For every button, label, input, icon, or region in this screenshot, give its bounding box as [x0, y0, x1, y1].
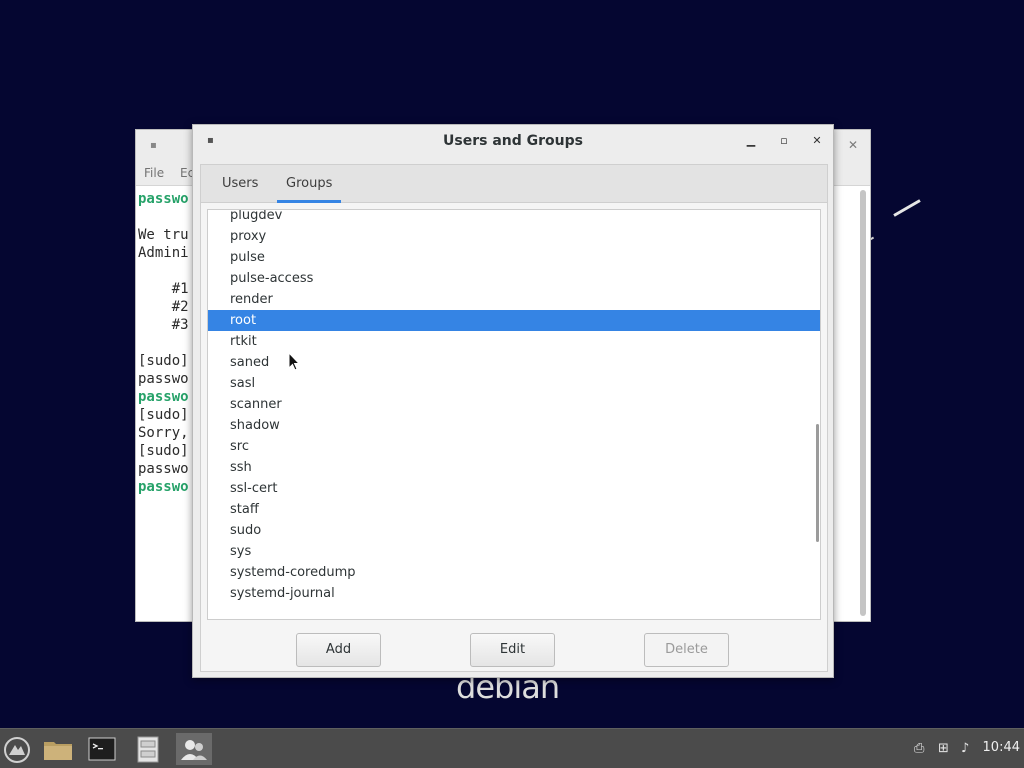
group-row[interactable]: root [208, 310, 820, 331]
terminal-line: Sorry, [138, 425, 189, 441]
add-button[interactable]: Add [296, 633, 381, 667]
terminal-close-icon[interactable]: ✕ [848, 138, 858, 152]
terminal-line: [sudo] [138, 407, 189, 423]
terminal-line: We tru [138, 227, 189, 243]
terminal-line: #2 [138, 299, 189, 315]
terminal-output[interactable]: passwo We tru Admini #1 #2 #3 [sudo] passwo p… [138, 190, 189, 496]
users-icon [181, 740, 207, 760]
taskbar: ⎙ ⊞ ♪ 10:44 [0, 728, 1024, 768]
group-row[interactable]: systemd-journal [208, 583, 820, 604]
active-tab-indicator [277, 200, 341, 203]
group-row[interactable]: pulse [208, 247, 820, 268]
tab-users[interactable]: Users [222, 176, 258, 191]
group-row[interactable]: src [208, 436, 820, 457]
terminal-line: passwo [138, 371, 189, 387]
groups-list-scrollbar[interactable] [816, 424, 819, 542]
file-cabinet-icon [137, 736, 159, 763]
close-icon[interactable]: ✕ [810, 134, 824, 147]
wallpaper-swirl [893, 199, 921, 217]
tab-bar: Users Groups [201, 165, 827, 203]
group-row[interactable]: plugdev [208, 210, 820, 226]
terminal-menu-file[interactable]: File [144, 166, 164, 180]
mouse-cursor-icon [288, 352, 300, 371]
group-row[interactable]: systemd-coredump [208, 562, 820, 583]
terminal-line: Admini [138, 245, 189, 261]
terminal-line: #1 [138, 281, 189, 297]
dialog-titlebar[interactable]: ▪ Users and Groups ▁ ▫ ✕ [193, 125, 833, 159]
minimize-icon[interactable]: ▁ [744, 134, 758, 147]
pin-icon[interactable]: ▪ [150, 140, 157, 151]
file-cabinet-launcher[interactable] [130, 733, 166, 765]
group-row[interactable]: sasl [208, 373, 820, 394]
clock[interactable]: 10:44 [983, 740, 1020, 755]
printer-icon[interactable]: ⎙ [914, 741, 924, 756]
groups-list[interactable]: plugdev proxy pulse pulse-access render root r… [207, 209, 821, 620]
group-row[interactable]: rtkit [208, 331, 820, 352]
group-row[interactable]: proxy [208, 226, 820, 247]
file-manager-launcher[interactable] [40, 733, 76, 765]
tab-groups[interactable]: Groups [286, 176, 332, 191]
users-and-groups-dialog: ▪ Users and Groups ▁ ▫ ✕ Users Groups pl… [192, 124, 834, 678]
maximize-icon[interactable]: ▫ [777, 134, 791, 147]
delete-button[interactable]: Delete [644, 633, 729, 667]
folder-icon [44, 742, 72, 760]
group-row[interactable]: staff [208, 499, 820, 520]
group-row[interactable]: shadow [208, 415, 820, 436]
network-icon[interactable]: ⊞ [938, 741, 949, 756]
group-row[interactable]: render [208, 289, 820, 310]
terminal-line: passwo [138, 191, 189, 207]
terminal-icon [88, 737, 116, 761]
terminal-line: passwo [138, 479, 189, 495]
edit-button[interactable]: Edit [470, 633, 555, 667]
group-row[interactable]: scanner [208, 394, 820, 415]
volume-icon[interactable]: ♪ [961, 741, 969, 756]
menu-button[interactable] [0, 733, 36, 765]
terminal-line: passwo [138, 389, 189, 405]
group-row[interactable]: ssh [208, 457, 820, 478]
terminal-line: #3 [138, 317, 189, 333]
group-row[interactable]: pulse-access [208, 268, 820, 289]
terminal-scrollbar[interactable] [860, 190, 866, 616]
group-row[interactable]: sudo [208, 520, 820, 541]
dialog-title: Users and Groups [443, 133, 583, 149]
dialog-content: Users Groups plugdev proxy pulse pulse-acce… [200, 164, 828, 672]
users-and-groups-taskbar-item[interactable] [176, 733, 212, 765]
terminal-line: [sudo] [138, 353, 189, 369]
app-menu-icon [4, 737, 30, 763]
group-row[interactable]: sys [208, 541, 820, 562]
terminal-line: [sudo] [138, 443, 189, 459]
terminal-launcher[interactable] [84, 733, 120, 765]
terminal-line: passwo [138, 461, 189, 477]
group-row[interactable]: ssl-cert [208, 478, 820, 499]
